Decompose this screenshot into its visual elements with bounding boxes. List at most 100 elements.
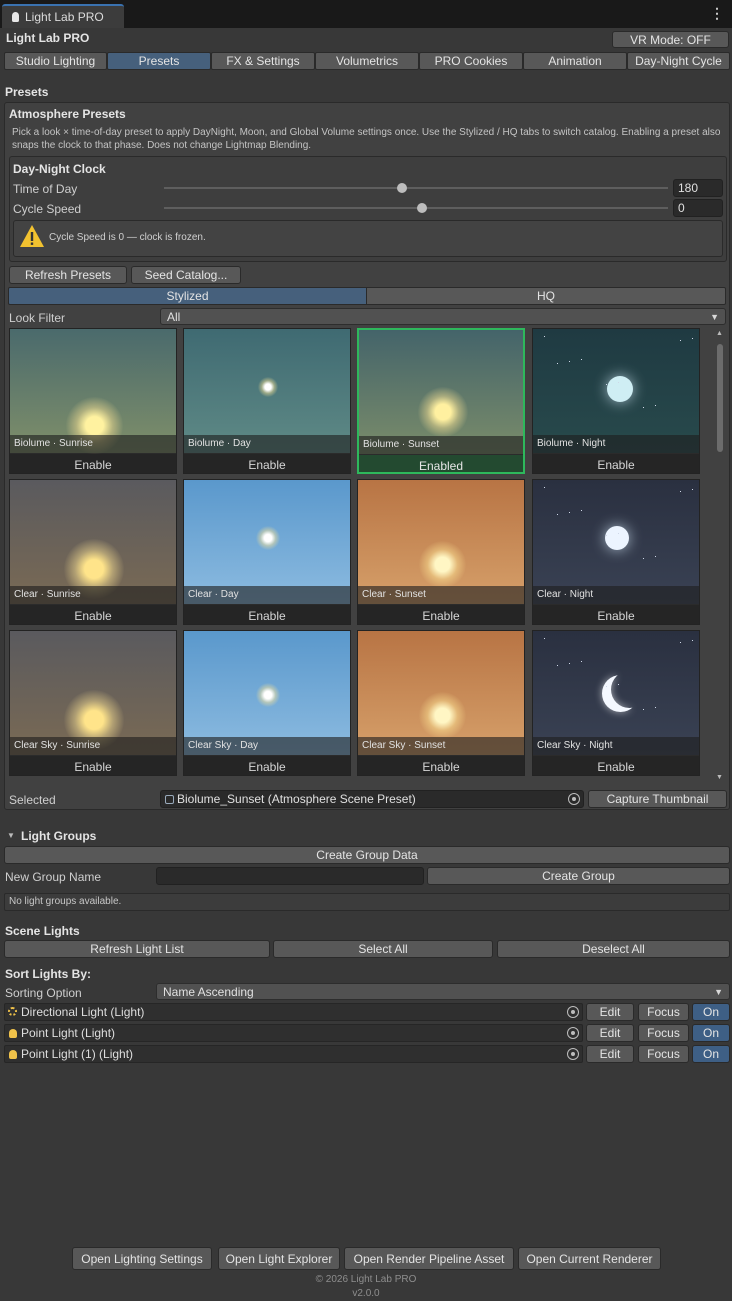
preset-enable-button[interactable]: Enable xyxy=(184,605,350,624)
preset-card[interactable]: Clear · Sunset Enable xyxy=(357,479,525,625)
tab-volumetrics[interactable]: Volumetrics xyxy=(315,52,419,70)
star-icon xyxy=(692,489,693,490)
preset-enable-button[interactable]: Enable xyxy=(184,756,350,775)
tab-stylized[interactable]: Stylized xyxy=(8,287,367,305)
preset-enable-button[interactable]: Enable xyxy=(533,756,699,775)
preset-caption: Clear Sky · Sunrise xyxy=(10,737,176,755)
open-current-renderer-button[interactable]: Open Current Renderer xyxy=(518,1247,661,1270)
tab-hq[interactable]: HQ xyxy=(366,287,726,305)
tab-day-night-cycle[interactable]: Day-Night Cycle xyxy=(627,52,730,70)
refresh-presets-button[interactable]: Refresh Presets xyxy=(9,266,127,284)
scroll-up-icon[interactable]: ▲ xyxy=(716,330,723,337)
preset-enable-button[interactable]: Enable xyxy=(10,756,176,775)
deselect-all-button[interactable]: Deselect All xyxy=(497,940,730,958)
open-lighting-settings-button[interactable]: Open Lighting Settings xyxy=(72,1247,212,1270)
preset-enable-button[interactable]: Enable xyxy=(533,454,699,473)
preset-enabled-button[interactable]: Enabled xyxy=(359,455,523,472)
capture-thumbnail-button[interactable]: Capture Thumbnail xyxy=(588,790,727,808)
sun-glow-icon xyxy=(418,540,466,588)
tab-pro-cookies[interactable]: PRO Cookies xyxy=(419,52,523,70)
chevron-down-icon: ▼ xyxy=(710,312,719,322)
atmosphere-presets-title: Atmosphere Presets xyxy=(9,107,126,121)
open-light-explorer-button[interactable]: Open Light Explorer xyxy=(218,1247,340,1270)
focus-light-button[interactable]: Focus xyxy=(638,1003,689,1021)
time-of-day-field[interactable]: 180 xyxy=(673,179,723,197)
select-all-button[interactable]: Select All xyxy=(273,940,493,958)
time-of-day-slider-thumb[interactable] xyxy=(397,183,407,193)
preset-card[interactable]: Clear · Sunrise Enable xyxy=(9,479,177,625)
selected-label: Selected xyxy=(9,793,56,807)
preset-enable-button[interactable]: Enable xyxy=(10,454,176,473)
light-groups-title[interactable]: Light Groups xyxy=(21,829,96,843)
time-of-day-track[interactable] xyxy=(164,187,668,189)
sorting-option-dropdown[interactable]: Name Ascending ▼ xyxy=(156,983,730,1000)
preset-card[interactable]: Clear Sky · Sunset Enable xyxy=(357,630,525,776)
moon-icon xyxy=(607,375,634,402)
seed-catalog-button[interactable]: Seed Catalog... xyxy=(131,266,241,284)
tab-fx-settings[interactable]: FX & Settings xyxy=(211,52,315,70)
focus-light-button[interactable]: Focus xyxy=(638,1024,689,1042)
kebab-menu-icon[interactable]: ⋮ xyxy=(710,6,724,20)
scrollbar-thumb[interactable] xyxy=(717,344,723,452)
crescent-moon-icon xyxy=(602,675,639,712)
star-icon xyxy=(581,510,582,511)
preset-card[interactable]: Biolume · Day Enable xyxy=(183,328,351,474)
scene-lights-title: Scene Lights xyxy=(5,924,80,938)
scroll-down-icon[interactable]: ▼ xyxy=(716,774,723,781)
light-row[interactable]: Point Light (1) (Light) xyxy=(4,1045,583,1063)
star-icon xyxy=(606,384,607,385)
light-toggle-button[interactable]: On xyxy=(692,1024,730,1042)
edit-light-button[interactable]: Edit xyxy=(586,1024,634,1042)
create-group-data-button[interactable]: Create Group Data xyxy=(4,846,730,864)
new-group-name-input[interactable] xyxy=(156,867,424,885)
scene-asset-icon xyxy=(165,794,174,804)
preset-enable-button[interactable]: Enable xyxy=(10,605,176,624)
create-group-button[interactable]: Create Group xyxy=(427,867,730,885)
refresh-light-list-button[interactable]: Refresh Light List xyxy=(4,940,270,958)
open-render-pipeline-asset-button[interactable]: Open Render Pipeline Asset xyxy=(344,1247,514,1270)
cycle-speed-field[interactable]: 0 xyxy=(673,199,723,217)
star-icon xyxy=(618,684,619,685)
preset-card[interactable]: Clear Sky · Night Enable xyxy=(532,630,700,776)
preset-card[interactable]: Biolume · Night Enable xyxy=(532,328,700,474)
star-icon xyxy=(606,686,607,687)
edit-light-button[interactable]: Edit xyxy=(586,1045,634,1063)
tab-animation[interactable]: Animation xyxy=(523,52,627,70)
window-tab[interactable]: Light Lab PRO xyxy=(2,4,124,28)
preset-card[interactable]: Biolume · Sunset Enabled xyxy=(357,328,525,474)
edit-light-button[interactable]: Edit xyxy=(586,1003,634,1021)
preset-card[interactable]: Clear Sky · Sunrise Enable xyxy=(9,630,177,776)
preset-card[interactable]: Biolume · Sunrise Enable xyxy=(9,328,177,474)
app-title: Light Lab PRO xyxy=(6,31,90,45)
light-row[interactable]: Directional Light (Light) xyxy=(4,1003,583,1021)
tab-studio-lighting[interactable]: Studio Lighting xyxy=(4,52,107,70)
preset-caption: Clear · Sunset xyxy=(358,586,524,604)
foldout-arrow-icon[interactable]: ▼ xyxy=(7,831,15,840)
preset-enable-button[interactable]: Enable xyxy=(358,605,524,624)
focus-light-button[interactable]: Focus xyxy=(638,1045,689,1063)
preset-enable-button[interactable]: Enable xyxy=(184,454,350,473)
look-filter-dropdown[interactable]: All ▼ xyxy=(160,308,726,325)
object-picker-icon[interactable] xyxy=(568,793,580,805)
preset-grid-scrollbar[interactable]: ▲ ▼ xyxy=(714,330,726,786)
point-light-icon xyxy=(9,1050,17,1059)
vr-mode-button[interactable]: VR Mode: OFF xyxy=(612,31,729,48)
tab-presets[interactable]: Presets xyxy=(107,52,211,70)
light-row[interactable]: Point Light (Light) xyxy=(4,1024,583,1042)
preset-enable-button[interactable]: Enable xyxy=(358,756,524,775)
cycle-speed-track[interactable] xyxy=(164,207,668,209)
selected-preset-field[interactable]: Biolume_Sunset (Atmosphere Scene Preset) xyxy=(160,790,584,808)
cycle-speed-slider-thumb[interactable] xyxy=(417,203,427,213)
preset-card[interactable]: Clear Sky · Day Enable xyxy=(183,630,351,776)
light-toggle-button[interactable]: On xyxy=(692,1045,730,1063)
sun-glow-icon xyxy=(258,377,278,398)
star-icon xyxy=(557,514,558,515)
preset-card[interactable]: Clear · Night Enable xyxy=(532,479,700,625)
preset-card[interactable]: Clear · Day Enable xyxy=(183,479,351,625)
object-picker-icon[interactable] xyxy=(567,1006,579,1018)
light-toggle-button[interactable]: On xyxy=(692,1003,730,1021)
object-picker-icon[interactable] xyxy=(567,1048,579,1060)
directional-light-icon xyxy=(8,1007,17,1016)
object-picker-icon[interactable] xyxy=(567,1027,579,1039)
preset-enable-button[interactable]: Enable xyxy=(533,605,699,624)
